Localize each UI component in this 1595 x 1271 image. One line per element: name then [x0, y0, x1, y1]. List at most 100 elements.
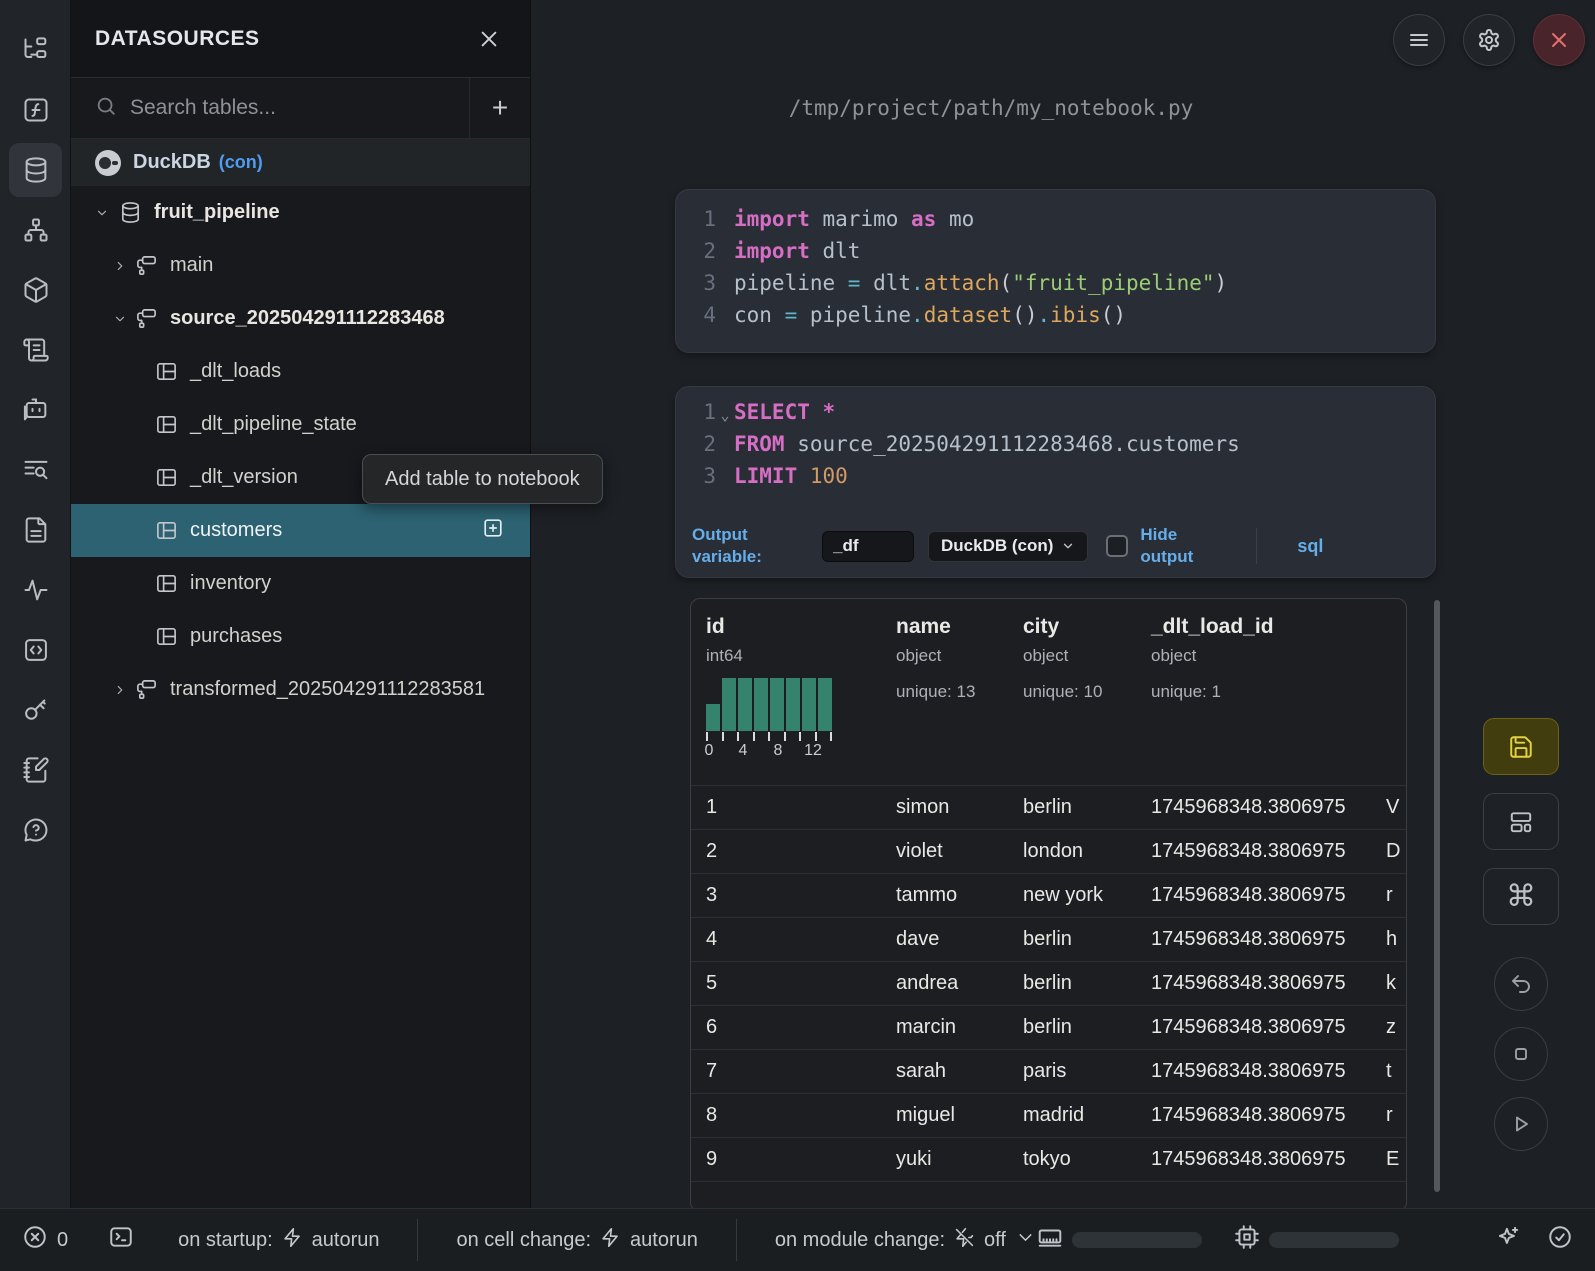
axis-tick: [815, 732, 817, 741]
column-header-name[interactable]: name object unique: 13: [896, 615, 1023, 785]
tooltip: Add table to notebook: [362, 454, 603, 504]
on-module-change-toggle[interactable]: on module change: off: [775, 1227, 1036, 1254]
notebook-scrollbar[interactable]: [1434, 600, 1440, 1192]
axis-tick: [784, 732, 786, 741]
list-search-icon[interactable]: [0, 440, 71, 500]
axis-tick: [799, 732, 801, 741]
save-button[interactable]: [1483, 718, 1559, 775]
search-icon: [95, 95, 117, 122]
table-row: 8miguelmadrid1745968348.3806975r: [691, 1093, 1406, 1137]
tree-item-dlt-pipeline-state[interactable]: _dlt_pipeline_state: [71, 398, 530, 451]
tree-item-inventory[interactable]: inventory: [71, 557, 530, 610]
column-header-id[interactable]: id int64 04812: [706, 615, 896, 785]
notebook-path: /tmp/project/path/my_notebook.py: [531, 96, 1451, 120]
run-button[interactable]: [1494, 1097, 1548, 1151]
search-tables-input[interactable]: [130, 96, 469, 120]
axis-tick: [737, 732, 739, 741]
settings-button[interactable]: [1463, 14, 1515, 66]
chevron-down-icon: [1015, 1227, 1036, 1254]
histogram-bar: [722, 678, 736, 731]
panel-header: DATASOURCES: [71, 0, 530, 78]
chevron-down-icon[interactable]: [113, 312, 127, 326]
activity-rail: [0, 0, 71, 1208]
panel-close-icon[interactable]: [472, 22, 506, 56]
check-circle-icon: [1547, 1224, 1573, 1256]
database-icon[interactable]: [0, 140, 71, 200]
cell-language-badge: sql: [1297, 536, 1323, 557]
axis-tick: [753, 732, 755, 741]
column-header-city[interactable]: city object unique: 10: [1023, 615, 1151, 785]
histogram-bar: [786, 678, 800, 731]
menu-button[interactable]: [1393, 14, 1445, 66]
add-datasource-button[interactable]: +: [469, 78, 530, 138]
sql-output-bar: Output variable: DuckDB (con) Hide outpu…: [676, 515, 1435, 577]
connection-duckdb[interactable]: DuckDB (con): [71, 139, 530, 186]
bot-message-icon[interactable]: [0, 380, 71, 440]
tree-item-fruit-pipeline[interactable]: fruit_pipeline: [71, 186, 530, 239]
errors-count: 0: [57, 1229, 68, 1252]
divider: [736, 1219, 737, 1261]
table-row: 7sarahparis1745968348.3806975t: [691, 1049, 1406, 1093]
table-row: 9yukitokyo1745968348.3806975E: [691, 1137, 1406, 1181]
tree-item-dlt-loads[interactable]: _dlt_loads: [71, 345, 530, 398]
terminal-icon[interactable]: [108, 1224, 134, 1256]
tree-item-main[interactable]: main: [71, 239, 530, 292]
tree-item-transformed-schema[interactable]: transformed_202504291112283581: [71, 663, 530, 716]
divider: [417, 1219, 418, 1261]
code-square-icon[interactable]: [0, 620, 71, 680]
on-cell-change-toggle[interactable]: on cell change: autorun: [456, 1227, 697, 1254]
table-row: 6marcinberlin1745968348.3806975z: [691, 1005, 1406, 1049]
output-variable-input[interactable]: [822, 531, 914, 562]
scroll-text-icon[interactable]: [0, 320, 71, 380]
panel-title: DATASOURCES: [95, 27, 260, 51]
marimo-app: DATASOURCES + DuckDB (con) fruit_pipelin…: [0, 0, 1595, 1271]
file-text-icon[interactable]: [0, 500, 71, 560]
histogram-bar: [754, 678, 768, 731]
chevron-down-icon: [1061, 539, 1075, 553]
notebook-pen-icon[interactable]: [0, 740, 71, 800]
chevron-right-icon[interactable]: [113, 259, 127, 273]
axis-tick-label: 4: [739, 742, 748, 760]
line-number: 2: [676, 235, 716, 267]
table-icon: [155, 360, 178, 383]
python-cell[interactable]: 1import marimo as mo 2import dlt 3pipeli…: [675, 189, 1436, 353]
keyboard-shortcuts-button[interactable]: ⌘: [1483, 868, 1559, 925]
undo-button[interactable]: [1494, 957, 1548, 1011]
close-app-button[interactable]: [1533, 14, 1585, 66]
axis-tick-label: 0: [705, 742, 714, 760]
duckdb-logo-icon: [95, 150, 121, 176]
on-startup-toggle[interactable]: on startup: autorun: [178, 1227, 379, 1254]
layout-button[interactable]: [1483, 793, 1559, 850]
function-square-icon[interactable]: [0, 80, 71, 140]
hide-output-checkbox[interactable]: [1106, 535, 1128, 557]
sparkles-icon[interactable]: [1495, 1224, 1521, 1256]
tree-item-customers[interactable]: customers: [71, 504, 530, 557]
file-tree-icon[interactable]: [0, 20, 71, 80]
fold-chevron-icon[interactable]: ⌄: [716, 396, 734, 428]
box-icon[interactable]: [0, 260, 71, 320]
network-icon[interactable]: [0, 200, 71, 260]
column-header-dlt-load-id[interactable]: _dlt_load_id object unique: 1: [1151, 615, 1386, 785]
zap-icon: [600, 1227, 621, 1254]
tree-item-purchases[interactable]: purchases: [71, 610, 530, 663]
line-number: 1: [676, 203, 716, 235]
column-header-clipped: [1386, 615, 1406, 785]
histogram-bar: [706, 704, 720, 731]
stop-button[interactable]: [1494, 1027, 1548, 1081]
activity-icon[interactable]: [0, 560, 71, 620]
add-table-to-notebook-button[interactable]: [482, 517, 504, 545]
search-row: +: [71, 78, 530, 139]
table-row: 2violetlondon1745968348.3806975D: [691, 829, 1406, 873]
errors-indicator[interactable]: 0: [22, 1224, 68, 1256]
datasources-panel: DATASOURCES + DuckDB (con) fruit_pipelin…: [71, 0, 531, 1208]
table-row: 1simonberlin1745968348.3806975V: [691, 785, 1406, 829]
chevron-down-icon[interactable]: [95, 206, 109, 220]
chevron-right-icon[interactable]: [113, 683, 127, 697]
line-number: 3: [676, 460, 716, 492]
table-icon: [155, 519, 178, 542]
help-circle-icon[interactable]: [0, 800, 71, 860]
key-icon[interactable]: [0, 680, 71, 740]
tree-item-source-schema[interactable]: source_202504291112283468: [71, 292, 530, 345]
engine-select[interactable]: DuckDB (con): [928, 531, 1088, 562]
sql-cell[interactable]: 1⌄SELECT * 2FROM source_2025042911122834…: [675, 386, 1436, 578]
